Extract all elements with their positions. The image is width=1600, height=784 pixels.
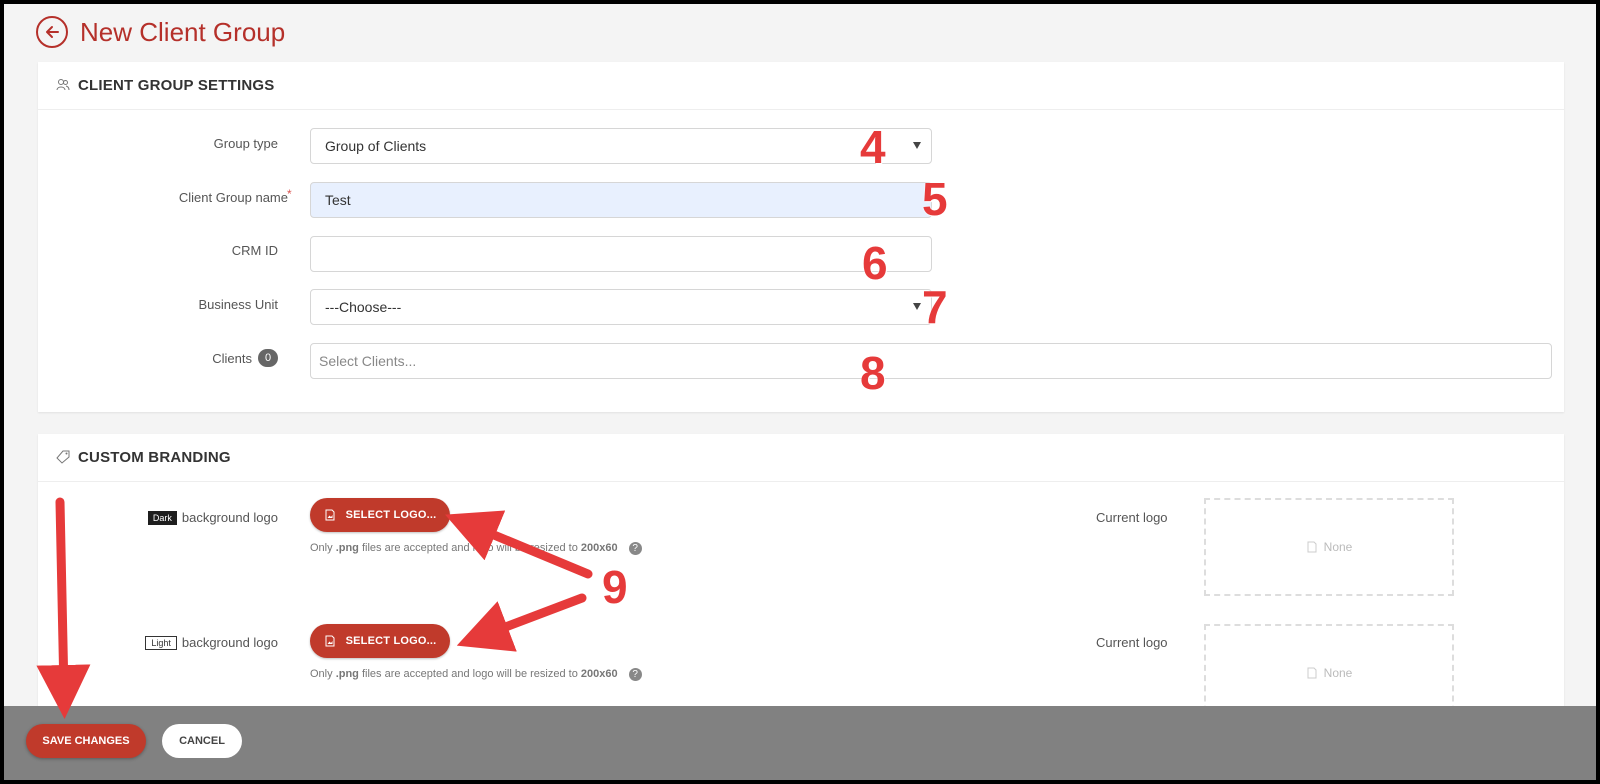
select-light-logo-button[interactable]: SELECT LOGO... xyxy=(310,624,450,658)
cancel-button[interactable]: CANCEL xyxy=(162,724,242,758)
custom-branding-panel: CUSTOM BRANDING Dark background logo SEL… xyxy=(38,434,1564,734)
hint-ext: .png xyxy=(335,542,359,554)
group-type-select[interactable]: Group of Clients xyxy=(310,128,932,164)
select-light-logo-label: SELECT LOGO... xyxy=(345,635,437,647)
file-image-icon xyxy=(325,635,335,647)
light-current-logo-label: Current logo xyxy=(1096,635,1168,650)
page-title: New Client Group xyxy=(80,16,286,47)
app-frame: New Client Group CLIENT GROUP SETTINGS G… xyxy=(4,4,1596,780)
annotation-9: 9 xyxy=(602,561,628,613)
hint-size: 200x60 xyxy=(580,668,618,680)
settings-section-title: CLIENT GROUP SETTINGS xyxy=(78,77,275,94)
light-current-logo-value: None xyxy=(1323,666,1353,680)
dark-current-logo-label: Current logo xyxy=(1096,510,1168,525)
chevron-down-icon xyxy=(913,142,921,149)
group-name-label-text: Client Group name xyxy=(178,190,288,205)
tag-icon xyxy=(56,450,72,466)
group-name-label: Client Group name xyxy=(179,190,288,205)
help-icon[interactable]: ? xyxy=(628,542,642,555)
save-changes-button[interactable]: SAVE CHANGES xyxy=(26,724,146,758)
light-logo-hint: Only .png files are accepted and logo wi… xyxy=(310,668,642,681)
back-button[interactable] xyxy=(36,16,68,48)
clients-label: Clients 0 xyxy=(212,349,278,367)
arrow-left-icon xyxy=(46,26,59,38)
select-dark-logo-button[interactable]: SELECT LOGO... xyxy=(310,498,450,532)
clients-count-badge: 0 xyxy=(258,349,278,367)
group-type-label: Group type xyxy=(213,136,278,151)
light-logo-label-text: background logo xyxy=(181,635,278,650)
dark-logo-hint: Only .png files are accepted and logo wi… xyxy=(310,542,642,555)
branding-section-header: CUSTOM BRANDING xyxy=(38,434,1564,482)
dark-current-logo-preview: None xyxy=(1204,498,1454,596)
client-group-settings-panel: CLIENT GROUP SETTINGS Group type Group o… xyxy=(38,62,1564,412)
hint-ext: .png xyxy=(335,668,359,680)
light-tag: Light xyxy=(145,635,177,650)
annotation-5: 5 xyxy=(922,173,948,225)
clients-label-text: Clients xyxy=(212,350,252,366)
page-header: New Client Group xyxy=(36,12,285,52)
hint-mid: files are accepted and logo will be resi… xyxy=(361,542,578,554)
business-unit-value: ---Choose--- xyxy=(325,299,402,315)
annotation-7: 7 xyxy=(922,281,948,333)
business-unit-select[interactable]: ---Choose--- xyxy=(310,289,932,325)
crm-id-label: CRM ID xyxy=(231,243,278,258)
light-logo-label: Light background logo xyxy=(145,635,278,650)
annotation-6: 6 xyxy=(862,237,888,289)
dark-logo-label: Dark background logo xyxy=(147,510,278,525)
clients-multiselect[interactable]: Select Clients... xyxy=(310,343,1552,379)
chevron-down-icon xyxy=(913,303,921,310)
hint-prefix: Only xyxy=(310,668,333,680)
select-dark-logo-label: SELECT LOGO... xyxy=(345,509,437,521)
required-marker: * xyxy=(287,187,292,201)
footer-bar: SAVE CHANGES CANCEL xyxy=(4,706,1596,780)
hint-prefix: Only xyxy=(310,542,333,554)
crm-id-input[interactable] xyxy=(310,236,932,272)
users-icon xyxy=(56,78,72,94)
clients-placeholder: Select Clients... xyxy=(319,353,417,369)
file-image-icon xyxy=(325,509,335,521)
annotation-8: 8 xyxy=(860,347,886,399)
hint-size: 200x60 xyxy=(580,542,618,554)
dark-current-logo-value: None xyxy=(1323,540,1353,554)
file-image-icon xyxy=(1307,667,1317,679)
settings-section-header: CLIENT GROUP SETTINGS xyxy=(38,62,1564,110)
group-name-value: Test xyxy=(325,192,351,208)
hint-mid: files are accepted and logo will be resi… xyxy=(361,668,578,680)
dark-logo-label-text: background logo xyxy=(181,510,278,525)
group-name-input[interactable]: Test xyxy=(310,182,932,218)
help-icon[interactable]: ? xyxy=(628,668,642,681)
group-type-value: Group of Clients xyxy=(325,138,427,154)
branding-section-title: CUSTOM BRANDING xyxy=(78,449,231,466)
file-image-icon xyxy=(1307,541,1317,553)
annotation-4: 4 xyxy=(860,121,886,173)
business-unit-label: Business Unit xyxy=(198,297,278,312)
dark-tag: Dark xyxy=(147,510,177,525)
